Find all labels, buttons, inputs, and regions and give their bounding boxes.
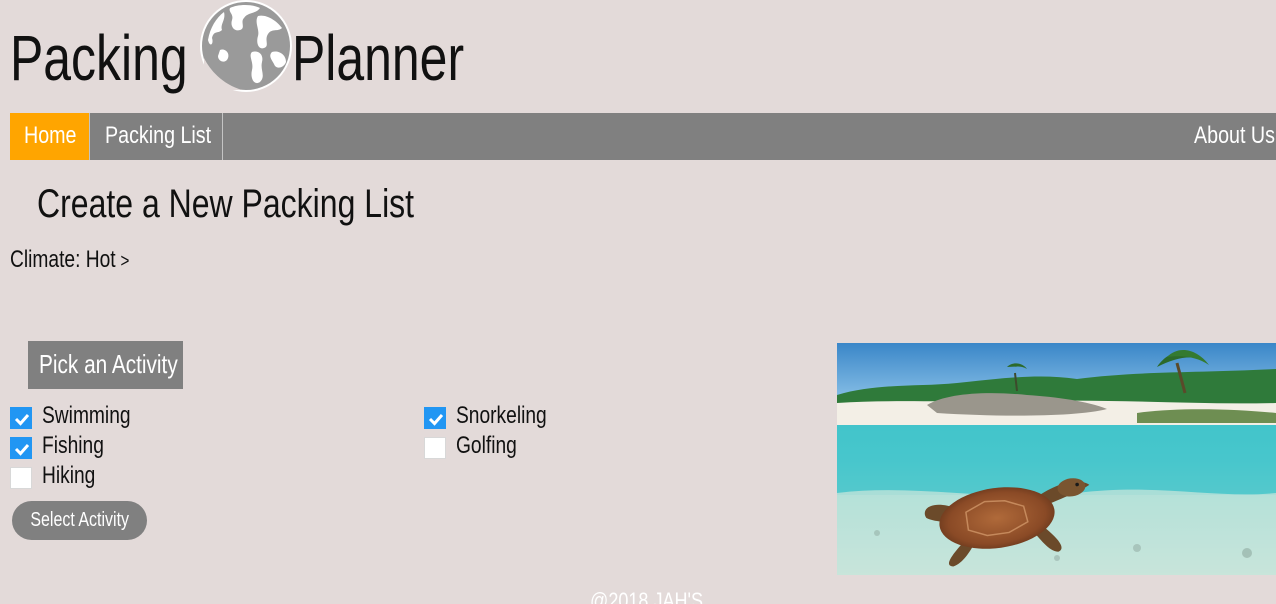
page-title: Create a New Packing List (37, 182, 415, 226)
nav-about-us-label: About Us (1194, 122, 1275, 149)
hiking-checkbox[interactable] (10, 467, 32, 489)
activity-heading-label: Pick an Activity (39, 349, 178, 379)
snorkeling-label: Snorkeling (456, 402, 547, 429)
hiking-label: Hiking (42, 462, 96, 489)
nav-about-us-link[interactable]: About Us (1194, 113, 1275, 160)
footer-copyright: @2018 JAH'S (590, 588, 704, 604)
site-title-right: Planner (292, 22, 465, 94)
fishing-label: Fishing (42, 432, 104, 459)
select-activity-label: Select Activity (30, 509, 129, 531)
select-activity-button[interactable]: Select Activity (12, 501, 147, 540)
climate-label: Climate: Hot (10, 246, 116, 273)
site-title-left: Packing (10, 22, 188, 94)
swimming-checkbox[interactable] (10, 407, 32, 429)
main-navbar: Home Packing List About Us (10, 113, 1276, 160)
nav-home-link[interactable]: Home (10, 113, 89, 160)
nav-home-label: Home (24, 122, 77, 149)
nav-packing-list-link[interactable]: Packing List (89, 113, 223, 160)
golfing-checkbox[interactable] (424, 437, 446, 459)
sea-turtle-beach-photo (837, 343, 1276, 575)
golfing-label: Golfing (456, 432, 517, 459)
climate-selector[interactable]: Climate: Hot > (10, 244, 129, 278)
swimming-label: Swimming (42, 402, 131, 429)
fishing-checkbox[interactable] (10, 437, 32, 459)
nav-packing-list-label: Packing List (105, 122, 212, 149)
check-icon (14, 444, 30, 456)
activity-heading: Pick an Activity (28, 341, 183, 389)
chevron-right-icon: > (120, 251, 130, 272)
snorkeling-checkbox[interactable] (424, 407, 446, 429)
page: Packing Planner Home Packing List About … (0, 0, 1276, 604)
check-icon (14, 414, 30, 426)
globe-head-icon (200, 0, 292, 92)
check-icon (428, 414, 444, 426)
